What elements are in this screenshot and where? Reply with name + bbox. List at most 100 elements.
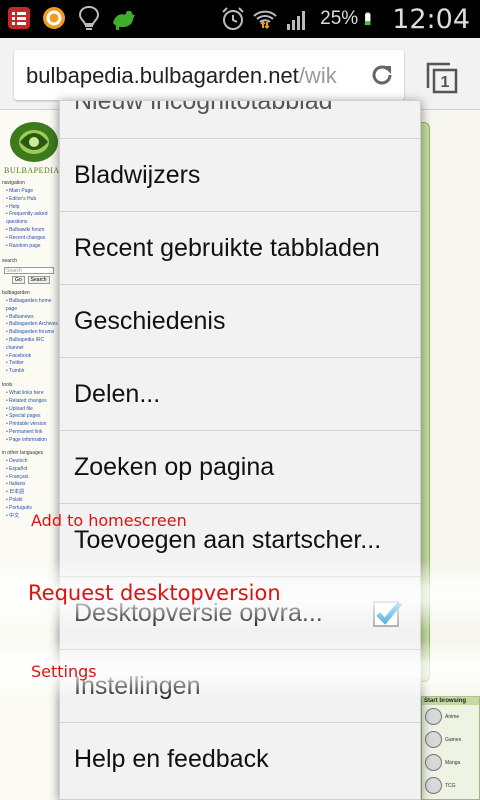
- system-icons: 25% 12:04: [220, 0, 470, 38]
- sidebar-tools-link[interactable]: Upload file: [6, 406, 47, 414]
- menu-item-label: Instellingen: [74, 672, 201, 700]
- languages-list: DeutschEspañolFrançaisItaliano日本語PolskiP…: [6, 458, 32, 520]
- sidebar-language-link[interactable]: Français: [6, 474, 32, 482]
- battery-percent: 25%: [320, 8, 359, 29]
- sidebar-tools-link[interactable]: Permanent link: [6, 429, 47, 437]
- start-browsing-item[interactable]: Manga: [422, 751, 479, 774]
- sidebar-nav-link[interactable]: Frequently asked questions: [6, 211, 60, 227]
- clock: 12:04: [392, 3, 470, 35]
- sidebar-nav-link[interactable]: Recent changes: [6, 235, 60, 243]
- tasks-icon: [8, 7, 30, 29]
- sidebar-nav-link[interactable]: Help: [6, 204, 60, 212]
- url-path: /wik: [298, 63, 337, 88]
- start-browsing-title: Start browsing: [422, 697, 479, 705]
- sidebar-tools-link[interactable]: Printable version: [6, 421, 47, 429]
- wiki-search-button[interactable]: Search: [27, 276, 50, 284]
- start-browsing-item[interactable]: TCG: [422, 774, 479, 797]
- battery-icon: [365, 12, 371, 25]
- start-browsing-label: Manga: [445, 759, 461, 766]
- start-browsing-box: Start browsing Anime Games Manga TCG: [421, 696, 480, 800]
- menu-item-label: Help en feedback: [74, 745, 269, 773]
- bulbagarden-list: Bulbagarden home pageBulbanewsBulbagarde…: [6, 298, 60, 376]
- tab-count: 1: [441, 74, 450, 91]
- sidebar-nav-link[interactable]: Random page: [6, 243, 60, 251]
- lightbulb-icon: [78, 5, 100, 30]
- sidebar-bulbagarden-link[interactable]: Bulbapedia IRC channel: [6, 337, 60, 353]
- bulbagarden-section-title: bulbagarden: [2, 290, 30, 296]
- category-icon: [425, 708, 442, 725]
- wiki-sidebar: BULBAPEDIA navigation Main PageEditor's …: [0, 110, 60, 800]
- nav-section-title: navigation: [2, 180, 25, 186]
- sidebar-language-link[interactable]: 日本語: [6, 489, 32, 497]
- bulbapedia-logo-text: BULBAPEDIA: [4, 166, 60, 175]
- start-browsing-label: Games: [445, 736, 462, 743]
- sidebar-language-link[interactable]: Polski: [6, 497, 32, 505]
- sidebar-bulbagarden-link[interactable]: Tumblr: [6, 368, 60, 376]
- menu-item-find-in-page[interactable]: Zoeken op pagina: [60, 430, 420, 503]
- url-text: bulbapedia.bulbagarden.net/wik: [26, 63, 337, 89]
- sidebar-nav-link[interactable]: Main Page: [6, 188, 60, 196]
- overlay-label-homescreen: Add to homescreen: [31, 511, 187, 530]
- sidebar-tools-link[interactable]: What links here: [6, 390, 47, 398]
- sidebar-language-link[interactable]: Deutsch: [6, 458, 32, 466]
- url-bar[interactable]: bulbapedia.bulbagarden.net/wik: [14, 50, 404, 100]
- start-browsing-label: TCG: [445, 782, 456, 789]
- wifi-icon: [253, 10, 277, 30]
- alarm-icon: [222, 7, 244, 30]
- menu-item-label: Nieuw incognitotabblad: [74, 100, 333, 115]
- menu-item-label: Geschiedenis: [74, 307, 226, 335]
- sidebar-bulbagarden-link[interactable]: Bulbagarden forums: [6, 329, 60, 337]
- wiki-search-placeholder: Search: [6, 268, 22, 274]
- start-browsing-list: Anime Games Manga TCG: [422, 705, 479, 797]
- sidebar-tools-link[interactable]: Special pages: [6, 413, 47, 421]
- url-domain: bulbapedia.bulbagarden.net: [26, 63, 299, 88]
- sidebar-tools-link[interactable]: Page information: [6, 437, 47, 445]
- bulbapedia-logo[interactable]: [4, 118, 60, 168]
- overlay-label-settings: Settings: [31, 662, 97, 681]
- menu-item-help-feedback[interactable]: Help en feedback: [60, 722, 420, 795]
- search-section-title: search: [2, 258, 18, 264]
- status-bar: 25% 12:04: [0, 0, 480, 38]
- menu-item-label: Bladwijzers: [74, 161, 201, 189]
- sidebar-language-link[interactable]: 中文: [6, 513, 32, 521]
- menu-item-share[interactable]: Delen...: [60, 357, 420, 430]
- sidebar-bulbagarden-link[interactable]: Bulbagarden home page: [6, 298, 60, 314]
- sidebar-nav-link[interactable]: Editor's Hub: [6, 196, 60, 204]
- sidebar-bulbagarden-link[interactable]: Bulbanews: [6, 314, 60, 322]
- green-dino-icon: [113, 11, 135, 30]
- sidebar-bulbagarden-link[interactable]: Bulbagarden Archives: [6, 321, 60, 329]
- languages-section-title: in other languages: [2, 450, 44, 456]
- category-icon: [425, 731, 442, 748]
- menu-item-history[interactable]: Geschiedenis: [60, 284, 420, 357]
- start-browsing-label: Anime: [445, 713, 460, 720]
- tools-list: What links hereRelated changesUpload fil…: [6, 390, 47, 445]
- menu-item-bookmarks[interactable]: Bladwijzers: [60, 138, 420, 211]
- orange-ring-icon: [43, 7, 65, 29]
- sidebar-bulbagarden-link[interactable]: Facebook: [6, 353, 60, 361]
- menu-item-label: Zoeken op pagina: [74, 453, 275, 481]
- sidebar-bulbagarden-link[interactable]: Twitter: [6, 360, 60, 368]
- sidebar-language-link[interactable]: Español: [6, 466, 32, 474]
- start-browsing-item[interactable]: Games: [422, 728, 479, 751]
- menu-item-recent-tabs[interactable]: Recent gebruikte tabbladen: [60, 211, 420, 284]
- category-icon: [425, 754, 442, 771]
- menu-item-settings[interactable]: Instellingen: [60, 649, 420, 722]
- wiki-search-input[interactable]: Search: [4, 267, 54, 274]
- sidebar-language-link[interactable]: Português: [6, 505, 32, 513]
- tabs-icon: 1: [426, 62, 458, 94]
- menu-item-new-incognito-tab[interactable]: Nieuw incognitotabblad: [60, 100, 420, 138]
- category-icon: [425, 777, 442, 794]
- start-browsing-item[interactable]: Anime: [422, 705, 479, 728]
- wiki-search-buttons: Go Search: [12, 276, 50, 284]
- overlay-label-desktop: Request desktopversion: [28, 581, 281, 605]
- menu-item-label: Delen...: [74, 380, 161, 408]
- wiki-go-button[interactable]: Go: [12, 276, 25, 284]
- navigation-list: Main PageEditor's HubHelpFrequently aske…: [6, 188, 60, 250]
- sidebar-tools-link[interactable]: Related changes: [6, 398, 47, 406]
- checkmark-icon: [376, 601, 402, 625]
- reload-icon: [372, 65, 392, 85]
- reload-button[interactable]: [360, 50, 404, 100]
- sidebar-nav-link[interactable]: Bulbawiki forum: [6, 227, 60, 235]
- tab-switcher-button[interactable]: 1: [422, 58, 462, 98]
- desktop-site-checkbox[interactable]: [373, 601, 402, 627]
